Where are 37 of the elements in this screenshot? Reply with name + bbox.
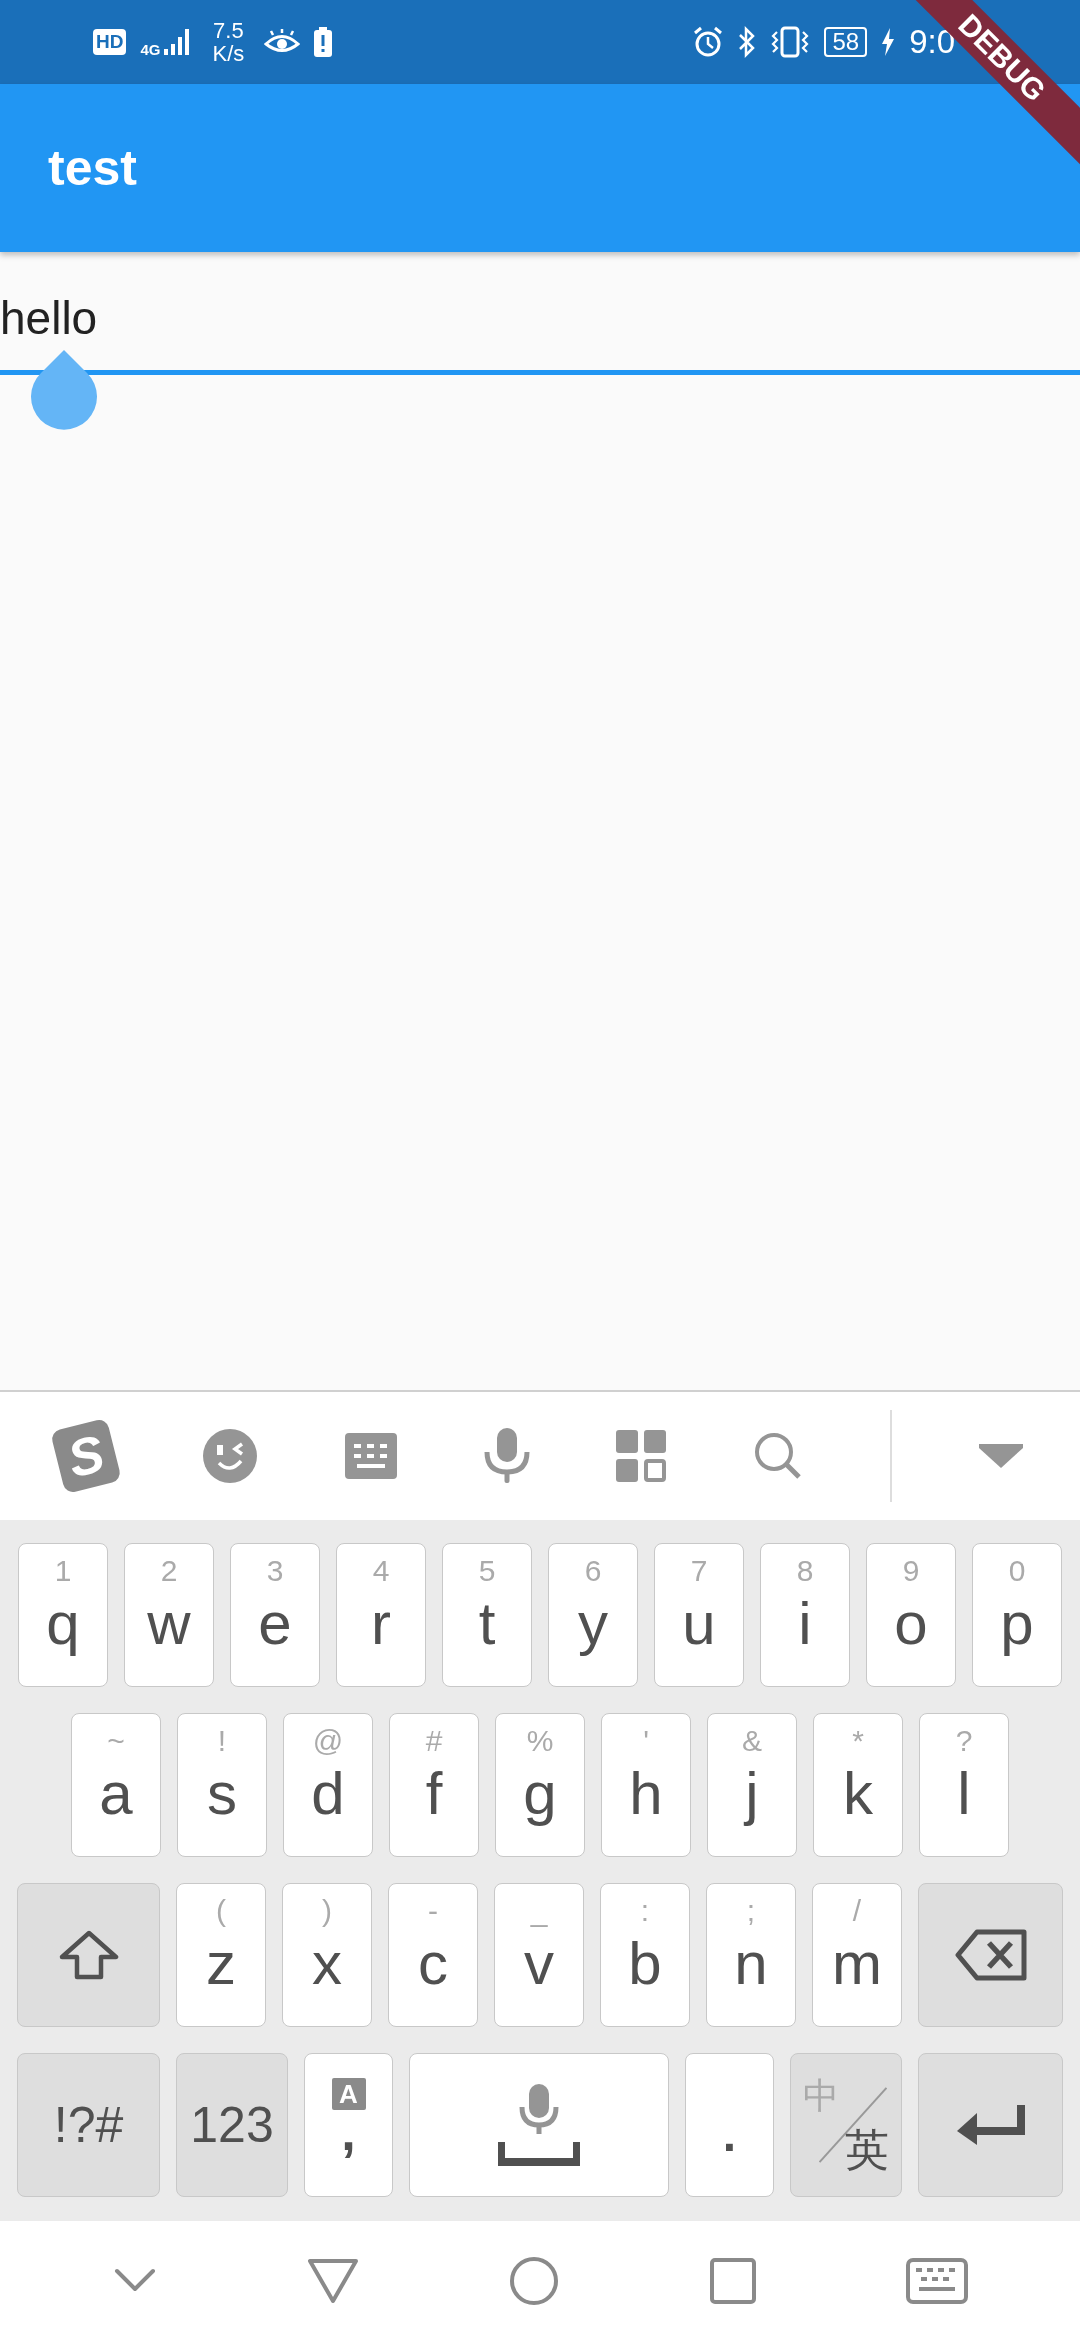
letter-key[interactable]: 6 y [548, 1543, 638, 1687]
letter-key[interactable]: ) x [282, 1883, 372, 2027]
network-type: 4G [140, 41, 161, 58]
letter-key[interactable]: @ d [283, 1713, 373, 1857]
letter-key[interactable]: & j [707, 1713, 797, 1857]
letter-key[interactable]: 8 i [760, 1543, 850, 1687]
letter-key[interactable]: 2 w [124, 1543, 214, 1687]
letter-key[interactable]: ( z [176, 1883, 266, 2027]
letter-key[interactable]: 4 r [336, 1543, 426, 1687]
speed-unit: K/s [212, 42, 245, 65]
comma-key[interactable]: A , [304, 2053, 393, 2197]
letter-key[interactable]: ~ a [71, 1713, 161, 1857]
numbers-key[interactable]: 123 [176, 2053, 288, 2197]
letter-key[interactable]: # f [389, 1713, 479, 1857]
letter-key[interactable]: ; n [706, 1883, 796, 2027]
letter-key[interactable]: : b [600, 1883, 690, 2027]
letter-key[interactable]: 3 e [230, 1543, 320, 1687]
letter-key[interactable]: 9 o [866, 1543, 956, 1687]
letter-key[interactable]: % g [495, 1713, 585, 1857]
letter-key[interactable]: 1 q [18, 1543, 108, 1687]
letter-key[interactable]: - c [388, 1883, 478, 2027]
letter-key[interactable]: _ v [494, 1883, 584, 2027]
hd-badge: HD [93, 29, 127, 55]
letter-key[interactable]: ? l [919, 1713, 1009, 1857]
symbols-key[interactable]: !?# [17, 2053, 160, 2197]
app-title: test [48, 139, 137, 197]
letter-key[interactable]: ' h [601, 1713, 691, 1857]
speed-value: 7.5 [213, 19, 244, 42]
letter-key[interactable]: 0 p [972, 1543, 1062, 1687]
letter-key[interactable]: / m [812, 1883, 902, 2027]
period-key[interactable]: . [685, 2053, 774, 2197]
clock-time: 9:0 [909, 23, 955, 61]
battery-indicator: 58 [824, 27, 868, 57]
letter-key[interactable]: 5 t [442, 1543, 532, 1687]
letter-key[interactable]: ! s [177, 1713, 267, 1857]
letter-key[interactable]: 7 u [654, 1543, 744, 1687]
letter-key[interactable]: * k [813, 1713, 903, 1857]
